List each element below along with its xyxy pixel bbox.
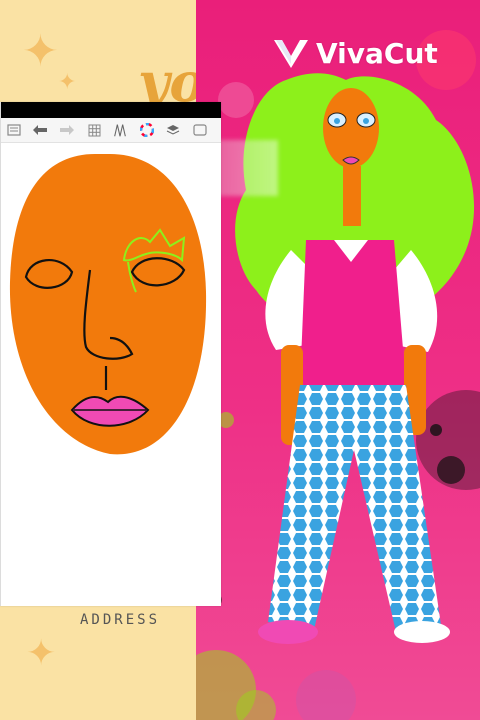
face-drawing [9, 154, 207, 455]
color-wheel-icon[interactable] [139, 122, 155, 138]
gallery-icon[interactable] [6, 122, 22, 138]
character-illustration [235, 73, 475, 644]
undo-arrow-icon[interactable] [32, 122, 48, 138]
right-shoe [394, 621, 450, 643]
shirt [300, 240, 406, 385]
vivacut-v-logo-icon [274, 40, 308, 68]
panel-top-bar [1, 102, 221, 118]
brush-tool-icon[interactable] [112, 122, 128, 138]
address-label: ADDRESS [80, 612, 161, 628]
left-shoe [258, 620, 318, 644]
sparkle-icon: ✦ [58, 70, 77, 95]
character-face [323, 88, 379, 168]
character-neck [343, 166, 361, 226]
fullscreen-icon[interactable] [192, 122, 208, 138]
vivacut-brand-text: VivaCut [316, 36, 438, 70]
grid-icon[interactable] [86, 122, 102, 138]
redo-arrow-icon[interactable] [59, 122, 75, 138]
drawing-toolbar [1, 118, 221, 143]
layers-icon[interactable] [165, 122, 181, 138]
vivacut-watermark: VivaCut [272, 34, 438, 72]
sparkle-icon: ✦ [26, 633, 57, 674]
sparkle-icon: ✦ [22, 26, 59, 77]
